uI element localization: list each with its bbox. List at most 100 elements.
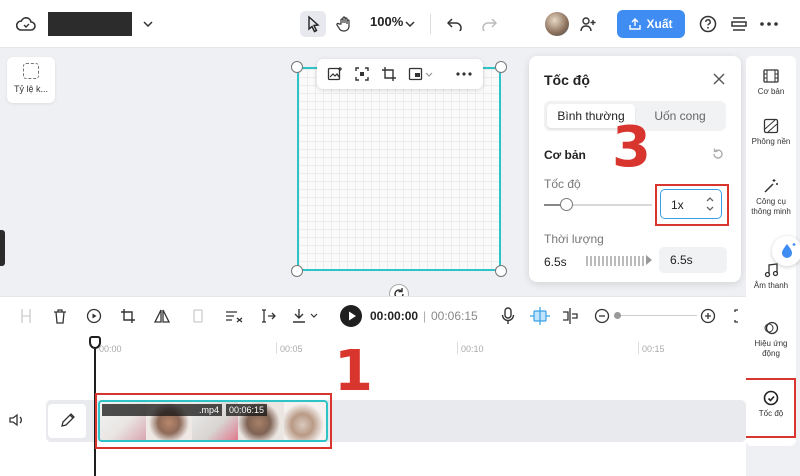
ruler-label: 00:10 bbox=[461, 344, 484, 354]
aspect-ratio-button[interactable]: Tỷ lệ k... bbox=[7, 57, 55, 103]
annotation-highlight-1 bbox=[95, 393, 332, 449]
export-button[interactable]: Xuất bbox=[617, 10, 685, 38]
picture-in-picture-icon[interactable] bbox=[407, 65, 435, 83]
chevron-down-icon[interactable] bbox=[402, 12, 418, 36]
more-icon[interactable] bbox=[455, 65, 473, 83]
resize-handle[interactable] bbox=[291, 61, 303, 73]
trim-icon[interactable] bbox=[258, 306, 278, 326]
play-icon bbox=[349, 311, 356, 321]
zoom-out-icon[interactable] bbox=[592, 306, 612, 326]
timeline-toolbar: 00:00:00 | 00:06:15 bbox=[0, 296, 746, 334]
sidebar-label: Phông nền bbox=[751, 137, 791, 146]
sidebar-item-animation[interactable]: Hiệu ứng động bbox=[746, 320, 796, 359]
aspect-ratio-icon bbox=[23, 63, 39, 79]
current-time: 00:00:00 bbox=[370, 309, 419, 323]
auto-snap-icon[interactable] bbox=[529, 306, 551, 326]
fit-icon[interactable] bbox=[353, 65, 371, 83]
sidebar-label: Cơ bản bbox=[757, 87, 785, 96]
speed-label: Tốc độ bbox=[544, 177, 581, 191]
resize-handle[interactable] bbox=[495, 61, 507, 73]
left-panel-handle[interactable] bbox=[0, 230, 5, 266]
sidebar-label: Hiệu ứng động bbox=[754, 339, 788, 358]
volume-icon[interactable] bbox=[8, 412, 28, 432]
microphone-icon[interactable] bbox=[498, 306, 518, 326]
resize-handle[interactable] bbox=[291, 265, 303, 277]
edit-track-button[interactable] bbox=[48, 404, 86, 438]
close-icon[interactable] bbox=[709, 69, 729, 89]
ai-assistant-button[interactable] bbox=[772, 236, 800, 266]
annotation-number-1: 1 bbox=[334, 339, 373, 404]
ruler-tick bbox=[457, 342, 458, 354]
trash-icon[interactable] bbox=[50, 306, 70, 326]
duration-label: Thời lượng bbox=[544, 232, 604, 246]
aspect-ratio-label: Tỷ lệ k... bbox=[13, 84, 48, 94]
hand-icon[interactable] bbox=[332, 11, 358, 37]
duration-new: 6.5s bbox=[670, 253, 693, 267]
timeline-zoom-knob[interactable] bbox=[614, 312, 621, 319]
duration-indicator bbox=[586, 256, 646, 266]
resize-handle[interactable] bbox=[495, 265, 507, 277]
replace-image-icon[interactable] bbox=[326, 65, 344, 83]
project-title-redacted[interactable] bbox=[48, 12, 132, 36]
split-icon[interactable] bbox=[16, 306, 36, 326]
annotation-number-3: 3 bbox=[612, 115, 651, 180]
reset-icon[interactable] bbox=[710, 146, 726, 162]
export-label: Xuất bbox=[646, 17, 673, 31]
flip-icon[interactable] bbox=[152, 306, 172, 326]
upload-icon bbox=[629, 18, 642, 30]
sidebar-item-audio[interactable]: Âm thanh bbox=[746, 262, 796, 291]
divider bbox=[430, 14, 431, 34]
redo-icon[interactable] bbox=[477, 12, 501, 36]
magic-wand-icon bbox=[763, 178, 779, 194]
canvas-floating-toolbar bbox=[317, 59, 483, 89]
timeline-zoom-slider[interactable] bbox=[617, 315, 697, 316]
time-separator: | bbox=[423, 309, 427, 323]
panel-title: Tốc độ bbox=[544, 72, 590, 88]
sidebar-item-smart-tools[interactable]: Công cụ thông minh bbox=[746, 178, 796, 217]
play-button[interactable] bbox=[340, 305, 362, 327]
film-icon bbox=[763, 68, 779, 84]
layers-icon[interactable] bbox=[728, 12, 750, 36]
droplet-sparkle-icon bbox=[782, 243, 796, 258]
animation-icon bbox=[763, 320, 779, 336]
video-canvas[interactable] bbox=[297, 67, 501, 271]
sidebar-label: Âm thanh bbox=[753, 281, 789, 290]
split-screen-icon[interactable] bbox=[560, 306, 580, 326]
top-bar: 100% Xuất bbox=[0, 0, 800, 48]
duration-output: 6.5s bbox=[659, 247, 727, 273]
detach-audio-icon[interactable] bbox=[224, 306, 244, 326]
help-icon[interactable] bbox=[697, 12, 719, 36]
add-user-icon[interactable] bbox=[576, 12, 600, 36]
ruler-label: 00:05 bbox=[280, 344, 303, 354]
undo-icon[interactable] bbox=[443, 12, 467, 36]
total-time: 00:06:15 bbox=[431, 309, 478, 323]
chevron-down-icon[interactable] bbox=[138, 12, 158, 36]
cloud-icon[interactable] bbox=[14, 12, 38, 36]
zoom-level[interactable]: 100% bbox=[370, 14, 403, 29]
freeze-frame-icon[interactable] bbox=[188, 306, 208, 326]
sidebar-item-background[interactable]: Phông nền bbox=[746, 118, 796, 147]
ruler-label: 00:00 bbox=[99, 344, 122, 354]
crop-icon[interactable] bbox=[118, 306, 138, 326]
duration-original: 6.5s bbox=[544, 255, 567, 269]
crop-icon[interactable] bbox=[380, 65, 398, 83]
cursor-icon bbox=[308, 15, 320, 33]
ruler-label: 00:15 bbox=[642, 344, 665, 354]
playhead-handle[interactable] bbox=[89, 336, 101, 349]
zoom-in-icon[interactable] bbox=[698, 306, 718, 326]
replay-icon[interactable] bbox=[84, 306, 104, 326]
avatar[interactable] bbox=[545, 12, 569, 36]
annotation-highlight-2 bbox=[742, 378, 796, 438]
background-icon bbox=[763, 118, 779, 134]
pencil-icon bbox=[61, 413, 75, 427]
sidebar-item-basic[interactable]: Cơ bản bbox=[746, 68, 796, 97]
section-basic: Cơ bản bbox=[544, 148, 586, 162]
download-icon[interactable] bbox=[292, 306, 322, 326]
fit-timeline-icon[interactable] bbox=[733, 306, 746, 326]
more-icon[interactable] bbox=[758, 12, 780, 36]
select-tool-button[interactable] bbox=[300, 11, 326, 37]
speed-slider-knob[interactable] bbox=[559, 198, 573, 211]
sidebar-label: Công cụ thông minh bbox=[751, 197, 791, 216]
speed-slider[interactable] bbox=[544, 198, 652, 211]
arrow-right-icon bbox=[646, 255, 652, 265]
